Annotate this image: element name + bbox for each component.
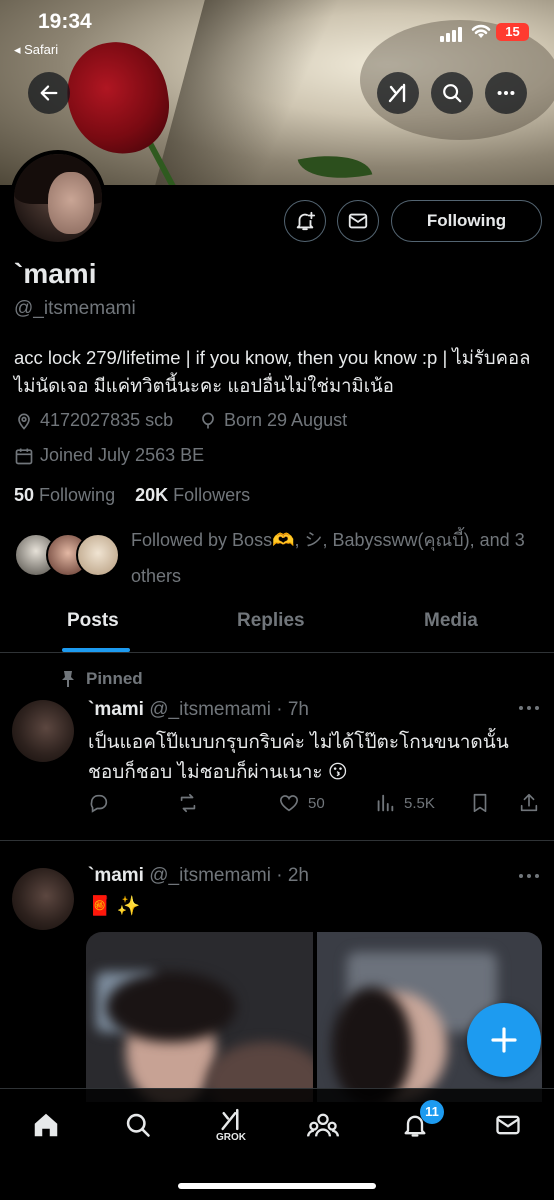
balloon-icon: [202, 412, 214, 428]
profile-tabs: Posts Replies Media: [0, 600, 554, 653]
wifi-icon: [470, 22, 492, 45]
status-time: 19:34: [38, 10, 92, 33]
communities-icon: [307, 1113, 339, 1137]
views-button[interactable]: 5.5K: [374, 792, 435, 814]
post-more-button[interactable]: [518, 868, 540, 886]
birthday-text: Born 29 August: [224, 410, 348, 430]
more-button[interactable]: [485, 72, 527, 114]
share-button[interactable]: [518, 792, 540, 814]
bookmark-button[interactable]: [470, 792, 490, 814]
tab-replies[interactable]: Replies: [237, 610, 305, 632]
search-icon: [443, 84, 462, 103]
search-icon: [126, 1113, 150, 1137]
profile-bio: acc lock 279/lifetime | if you know, the…: [14, 347, 531, 396]
tab-posts[interactable]: Posts: [67, 610, 119, 632]
post-avatar[interactable]: [12, 700, 74, 762]
like-button[interactable]: 50: [278, 792, 325, 814]
post-author-name[interactable]: `mami: [88, 699, 144, 720]
compose-button[interactable]: [467, 1003, 541, 1077]
post-actions: 50 5.5K: [88, 792, 543, 818]
media-hair: [106, 972, 236, 1042]
post-handle-time[interactable]: @_itsmemami · 2h: [149, 865, 309, 886]
post-media-image[interactable]: [86, 932, 313, 1102]
following-label: Following: [39, 485, 116, 505]
nav-grok[interactable]: GROK: [213, 1107, 249, 1143]
heart-icon: [279, 795, 299, 812]
envelope-icon: [496, 1115, 520, 1135]
follower-avatar[interactable]: [76, 533, 120, 577]
profile-birthday: Born 29 August: [198, 410, 347, 431]
location-pin-icon: [18, 413, 30, 430]
profile-location: 4172027835 scb: [14, 410, 173, 431]
pinned-label: Pinned: [86, 669, 143, 688]
pin-icon: [62, 671, 74, 687]
post-author-name[interactable]: `mami: [88, 865, 144, 886]
active-tab-indicator: [62, 648, 130, 652]
nav-home[interactable]: [28, 1107, 64, 1143]
profile-name: `mami: [14, 258, 97, 289]
repost-icon: [180, 793, 196, 813]
followers-link[interactable]: 20K Followers: [135, 485, 250, 505]
media-hair: [332, 987, 412, 1102]
back-to-app-link[interactable]: ◂ Safari: [14, 42, 58, 58]
tab-media[interactable]: Media: [424, 610, 478, 632]
post-handle-time[interactable]: @_itsmemami · 7h: [149, 699, 309, 720]
repost-button[interactable]: [176, 792, 200, 814]
followed-by-text[interactable]: Followed by Boss🫶, シ, Babyssww(คุณบี้), …: [131, 522, 541, 594]
nav-communities[interactable]: [305, 1107, 341, 1143]
avatar-face: [48, 172, 94, 234]
following-button[interactable]: Following: [391, 200, 542, 242]
post-text: เป็นแอคโป๊แบบกรุบกริบค่ะ ไม่ได้โป๊ตะโกนข…: [88, 732, 509, 783]
envelope-icon: [348, 213, 368, 229]
calendar-icon: [15, 448, 33, 464]
profile-handle: @_itsmemami: [14, 298, 136, 319]
post-divider: [0, 840, 554, 841]
following-link[interactable]: 50 Following: [14, 485, 115, 505]
message-button[interactable]: [337, 200, 379, 242]
share-icon: [520, 793, 538, 812]
search-button[interactable]: [431, 72, 473, 114]
profile-avatar[interactable]: [10, 150, 106, 246]
view-count: 5.5K: [404, 794, 435, 812]
more-icon: [519, 874, 539, 878]
more-icon: [497, 90, 515, 96]
like-count: 50: [308, 794, 325, 812]
bell-plus-icon: [296, 211, 316, 231]
grok-button[interactable]: [377, 72, 419, 114]
followers-count: 20K: [135, 485, 169, 505]
home-indicator: [178, 1183, 376, 1189]
grok-label: GROK: [216, 1132, 246, 1143]
home-icon: [34, 1113, 58, 1137]
nav-search[interactable]: [120, 1107, 156, 1143]
pinned-indicator: Pinned: [60, 669, 143, 689]
post-avatar[interactable]: [12, 868, 74, 930]
nav-messages[interactable]: [490, 1107, 526, 1143]
followers-label: Followers: [173, 485, 251, 505]
post-more-button[interactable]: [518, 700, 540, 718]
grok-icon: [388, 83, 406, 103]
notify-button[interactable]: [284, 200, 326, 242]
grok-icon: [221, 1108, 239, 1131]
status-bar: 19:34 ◂ Safari 15: [0, 0, 554, 60]
location-text: 4172027835 scb: [40, 410, 174, 430]
reply-icon: [90, 794, 108, 813]
joined-text: Joined July 2563 BE: [40, 445, 205, 465]
views-icon: [377, 794, 394, 812]
following-count: 50: [14, 485, 35, 505]
plus-icon: [491, 1027, 517, 1053]
more-icon: [519, 706, 539, 710]
bookmark-icon: [473, 793, 487, 813]
profile-joined: Joined July 2563 BE: [14, 445, 204, 466]
follow-counts: 50 Following 20K Followers: [14, 485, 250, 506]
signal-icon: [440, 24, 464, 42]
arrow-left-icon: [40, 85, 58, 101]
reply-button[interactable]: [88, 792, 110, 814]
back-button[interactable]: [28, 72, 70, 114]
post-header: `mami @_itsmemami · 7h: [88, 699, 309, 721]
post-header: `mami @_itsmemami · 2h: [88, 865, 309, 887]
battery-indicator: 15: [496, 23, 529, 41]
notifications-badge: 11: [420, 1100, 444, 1124]
post-text: 🧧 ✨: [88, 896, 141, 917]
